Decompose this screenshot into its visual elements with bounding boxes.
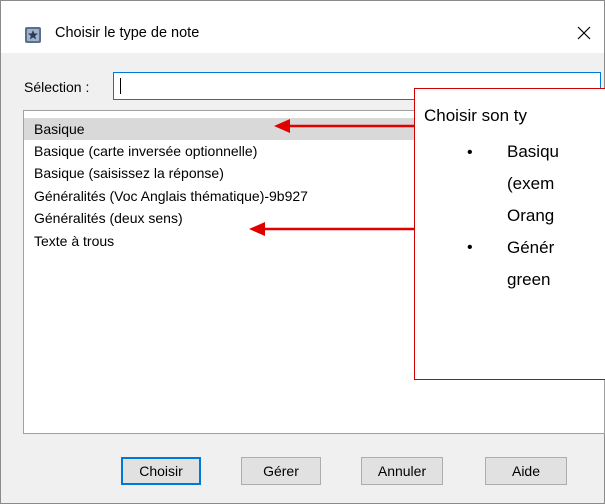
callout-bullet-1-line-3: Orang — [507, 206, 555, 225]
list-item-basique-saisie[interactable]: Basique (saisissez la réponse) — [24, 162, 424, 184]
anki-app-icon — [25, 27, 41, 43]
list-item-generalites-voc[interactable]: Généralités (Voc Anglais thématique)-9b9… — [24, 185, 424, 207]
callout-bullet-1-line-1: Basiqu — [507, 142, 559, 161]
choose-button[interactable]: Choisir — [121, 457, 201, 485]
list-item-texte-a-trous[interactable]: Texte à trous — [24, 230, 424, 252]
list-item-basique[interactable]: Basique — [24, 118, 424, 140]
callout-bullet-1-line-2: (exem — [507, 174, 555, 193]
title-bar: Choisir le type de note — [1, 1, 604, 53]
callout-title: Choisir son ty — [424, 106, 527, 125]
manage-button[interactable]: Gérer — [241, 457, 321, 485]
list-item-basique-inversee[interactable]: Basique (carte inversée optionnelle) — [24, 140, 424, 162]
help-button[interactable]: Aide — [485, 457, 567, 485]
close-icon — [577, 26, 591, 40]
annotation-callout: Choisir son ty • Basiqu (exem Orang • Gé… — [414, 88, 605, 380]
callout-bullet-1: • — [467, 144, 473, 161]
text-caret — [120, 78, 121, 94]
window-title: Choisir le type de note — [55, 25, 200, 41]
callout-bullet-2-line-2: green — [507, 270, 551, 289]
list-item-generalites-deux-sens[interactable]: Généralités (deux sens) — [24, 207, 424, 229]
callout-bullet-2: • — [467, 239, 473, 256]
callout-bullet-2-line-1: Génér — [507, 238, 555, 257]
cancel-button[interactable]: Annuler — [361, 457, 443, 485]
selection-label: Sélection : — [24, 79, 90, 95]
close-button[interactable] — [568, 18, 600, 46]
